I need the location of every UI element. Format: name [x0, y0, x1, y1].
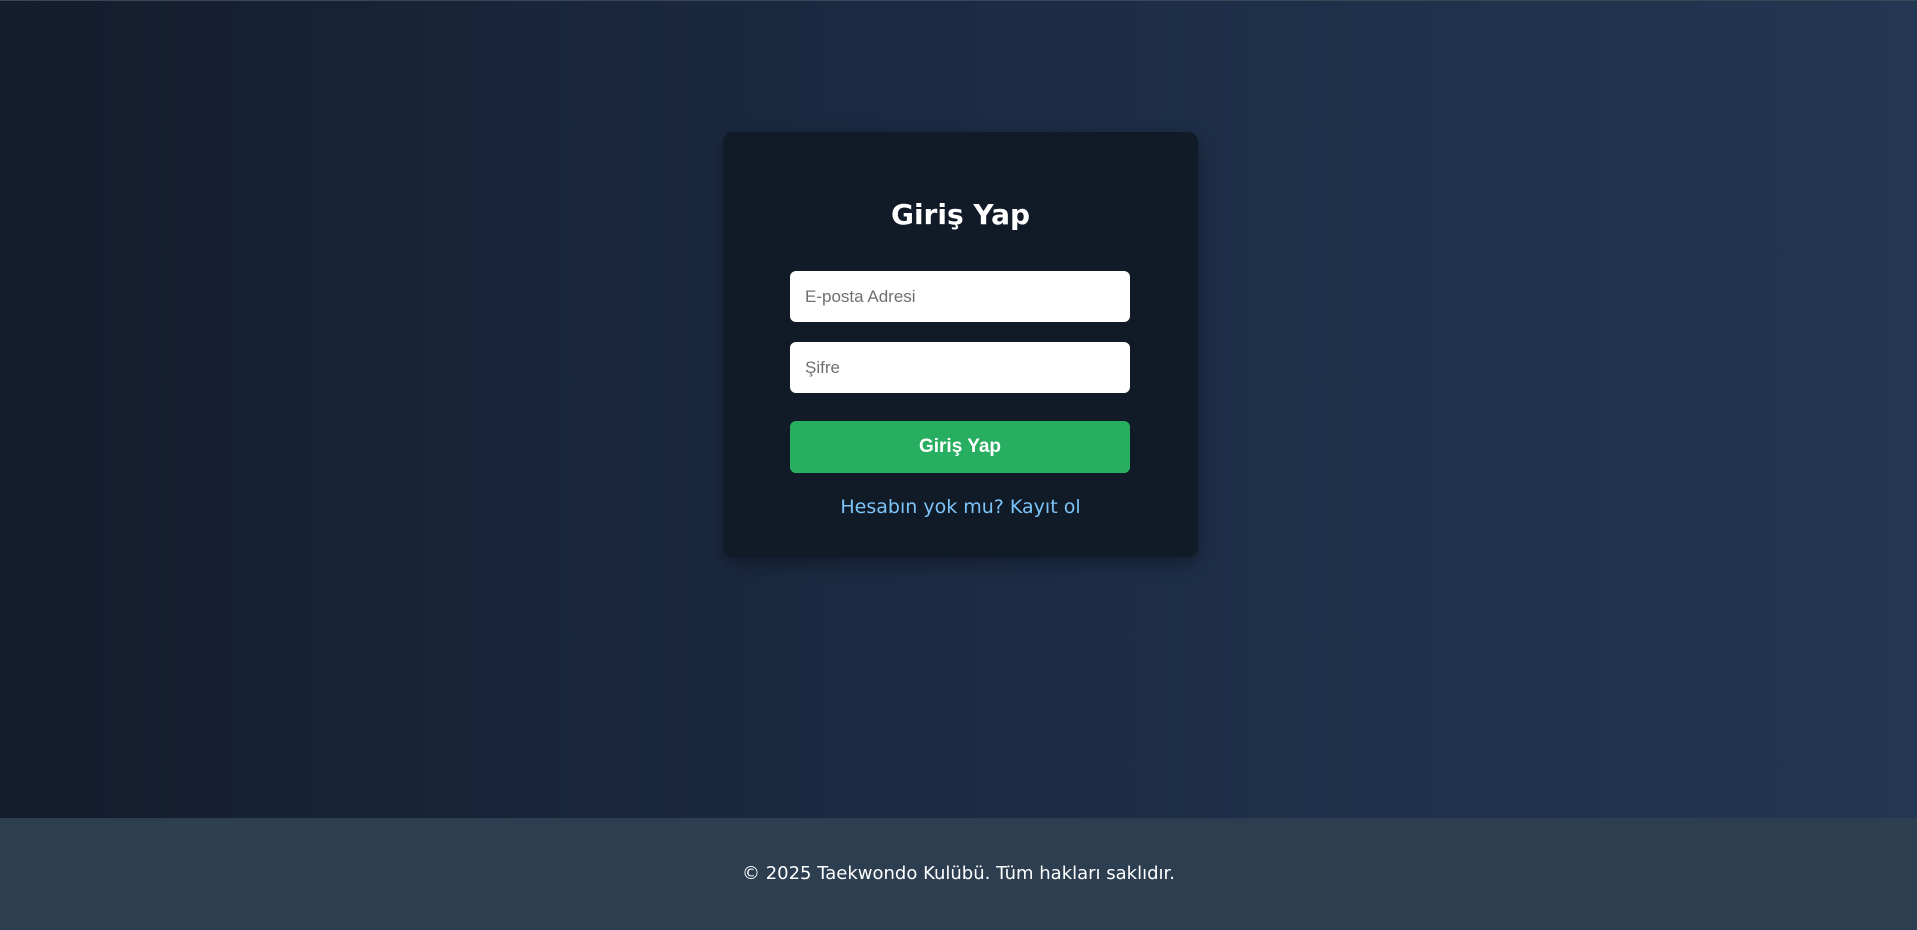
main-content: Giriş Yap Giriş Yap Hesabın yok mu? Kayı… [0, 1, 1917, 818]
footer-copyright: © 2025 Taekwondo Kulübü. Tüm hakları sak… [741, 863, 1176, 884]
register-prompt: Hesabın yok mu? Kayıt ol [723, 493, 1198, 521]
login-card: Giriş Yap Giriş Yap Hesabın yok mu? Kayı… [723, 132, 1198, 557]
password-input[interactable] [790, 342, 1130, 393]
login-button[interactable]: Giriş Yap [790, 421, 1130, 473]
register-link[interactable]: Hesabın yok mu? Kayıt ol [840, 496, 1080, 518]
login-title: Giriş Yap [890, 198, 1031, 231]
email-input[interactable] [790, 271, 1130, 322]
footer: © 2025 Taekwondo Kulübü. Tüm hakları sak… [0, 818, 1917, 930]
